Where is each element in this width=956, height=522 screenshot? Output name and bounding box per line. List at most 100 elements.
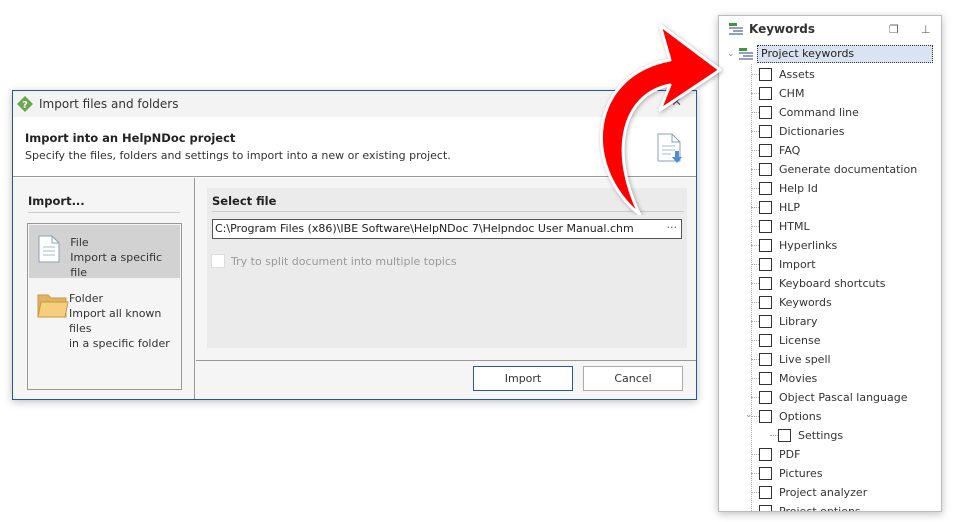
option-folder-desc: Import all known files — [69, 307, 162, 335]
keyword-item[interactable]: FAQ — [751, 141, 800, 160]
import-button[interactable]: Import — [473, 366, 573, 391]
tree-connector — [751, 112, 759, 113]
chevron-down-icon[interactable]: ⌄ — [745, 410, 753, 420]
keyword-item[interactable]: Project analyzer — [751, 483, 867, 502]
cancel-button[interactable]: Cancel — [583, 366, 683, 391]
keyword-checkbox[interactable] — [759, 258, 772, 271]
option-folder[interactable]: Folder Import all known files in a speci… — [29, 281, 180, 350]
dialog-title: Import files and folders — [39, 97, 179, 111]
keyword-checkbox[interactable] — [759, 201, 772, 214]
keyword-item[interactable]: Help Id — [751, 179, 818, 198]
keyword-checkbox[interactable] — [759, 87, 772, 100]
tree-root-label: Project keywords — [757, 45, 933, 63]
keyword-item[interactable]: PDF — [751, 445, 800, 464]
keyword-label: Keyboard shortcuts — [779, 277, 886, 290]
split-document-checkbox[interactable] — [211, 254, 225, 268]
keyword-label: Object Pascal language — [779, 391, 908, 404]
tree-connector — [751, 511, 759, 512]
tree-connector — [751, 264, 759, 265]
keyword-label: Dictionaries — [779, 125, 845, 138]
keyword-checkbox[interactable] — [759, 144, 772, 157]
keyword-item[interactable]: Command line — [751, 103, 859, 122]
svg-text:?: ? — [22, 100, 28, 111]
keyword-item[interactable]: Import — [751, 255, 816, 274]
keyword-item[interactable]: Assets — [751, 65, 815, 84]
keyword-label: Assets — [779, 68, 815, 81]
keyword-item[interactable]: Live spell — [751, 350, 831, 369]
float-icon[interactable]: ❐ — [889, 23, 899, 36]
keyword-item[interactable]: Dictionaries — [751, 122, 845, 141]
keyword-checkbox[interactable] — [759, 353, 772, 366]
import-section-label: Import... — [28, 194, 180, 213]
tree-connector — [751, 473, 759, 474]
tree-connector — [770, 435, 778, 436]
keyword-item[interactable]: Library — [751, 312, 817, 331]
keyword-checkbox[interactable] — [759, 182, 772, 195]
tree-connector — [751, 378, 759, 379]
folder-icon — [37, 294, 69, 318]
tree-connector — [751, 283, 759, 284]
keyword-checkbox[interactable] — [759, 296, 772, 309]
keyword-checkbox[interactable] — [759, 106, 772, 119]
keyword-item[interactable]: License — [751, 331, 821, 350]
keyword-checkbox[interactable] — [778, 429, 791, 442]
tree-connector — [751, 226, 759, 227]
tree-connector — [751, 93, 759, 94]
keyword-label: Project options — [779, 505, 861, 512]
keyword-item[interactable]: CHM — [751, 84, 804, 103]
chevron-down-icon[interactable]: ⌄ — [727, 49, 739, 59]
keyword-checkbox[interactable] — [759, 410, 772, 423]
keyword-label: HTML — [779, 220, 810, 233]
keyword-label: Command line — [779, 106, 859, 119]
keyword-item[interactable]: Object Pascal language — [751, 388, 908, 407]
keyword-item[interactable]: HTML — [751, 217, 810, 236]
keyword-item[interactable]: Project options — [759, 502, 861, 512]
keyword-item[interactable]: Keywords — [751, 293, 832, 312]
keyword-label: Settings — [798, 429, 844, 442]
tree-connector — [751, 492, 759, 493]
dialog-titlebar[interactable]: ? Import files and folders ✕ — [13, 91, 696, 117]
keyword-item[interactable]: Options — [751, 407, 821, 426]
keyword-item[interactable]: Hyperlinks — [751, 236, 837, 255]
browse-button[interactable]: ··· — [667, 221, 678, 234]
keyword-checkbox[interactable] — [759, 315, 772, 328]
dialog-header: Import into an HelpNDoc project Specify … — [13, 117, 696, 177]
keyword-item[interactable]: Settings — [770, 426, 844, 445]
pin-icon[interactable]: ⊥ — [921, 23, 931, 36]
keyword-checkbox[interactable] — [759, 220, 772, 233]
keyword-checkbox[interactable] — [759, 68, 772, 81]
keywords-header: Keywords ❐ ⊥ — [719, 16, 941, 42]
tree-root[interactable]: ⌄ Project keywords — [727, 45, 933, 63]
close-icon[interactable]: ✕ — [671, 95, 682, 110]
keyword-checkbox[interactable] — [759, 239, 772, 252]
keyword-checkbox[interactable] — [759, 467, 772, 480]
keyword-checkbox[interactable] — [759, 277, 772, 290]
keyword-checkbox[interactable] — [759, 448, 772, 461]
keyword-checkbox[interactable] — [759, 486, 772, 499]
keyword-item[interactable]: Pictures — [751, 464, 823, 483]
option-file[interactable]: File Import a specific file — [29, 225, 180, 279]
import-dialog: ? Import files and folders ✕ Import into… — [12, 90, 697, 400]
keyword-checkbox[interactable] — [759, 372, 772, 385]
keyword-label: Help Id — [779, 182, 818, 195]
keyword-item[interactable]: Movies — [751, 369, 817, 388]
keyword-checkbox[interactable] — [759, 505, 772, 511]
file-path-value: C:\Program Files (x86)\IBE Software\Help… — [215, 222, 634, 235]
file-icon — [38, 235, 60, 263]
keyword-item[interactable]: HLP — [751, 198, 800, 217]
select-file-label: Select file — [212, 194, 684, 212]
keyword-label: Import — [779, 258, 816, 271]
tree-connector — [751, 454, 759, 455]
button-separator — [196, 360, 696, 361]
keyword-checkbox[interactable] — [759, 163, 772, 176]
keyword-checkbox[interactable] — [759, 391, 772, 404]
header-subtitle: Specify the files, folders and settings … — [25, 149, 451, 162]
keyword-checkbox[interactable] — [759, 334, 772, 347]
tree-connector — [751, 169, 759, 170]
file-path-input[interactable]: C:\Program Files (x86)\IBE Software\Help… — [212, 219, 682, 239]
keyword-item[interactable]: Generate documentation — [751, 160, 917, 179]
keyword-label: Live spell — [779, 353, 831, 366]
keyword-item[interactable]: Keyboard shortcuts — [751, 274, 886, 293]
keyword-checkbox[interactable] — [759, 125, 772, 138]
keyword-label: License — [779, 334, 821, 347]
